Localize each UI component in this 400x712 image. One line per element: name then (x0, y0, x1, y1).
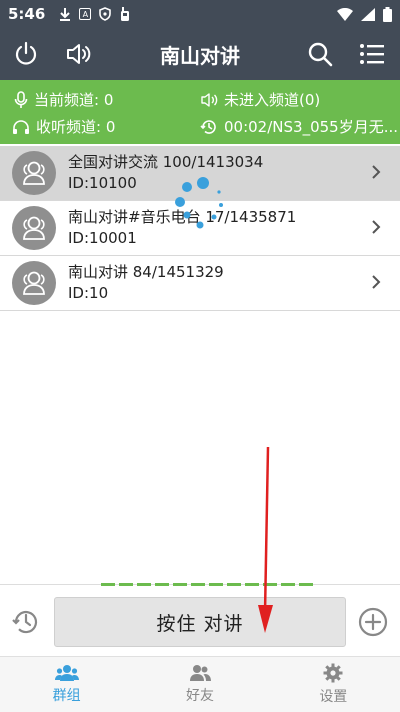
loading-spinner-icon (175, 177, 223, 229)
history-row[interactable]: 00:02/NS3_055岁月无... (200, 116, 398, 137)
channel-title: 全国对讲交流 100/1413034 (68, 153, 264, 171)
channel-id: ID:10 (68, 284, 109, 302)
push-to-talk-button[interactable]: 按住 对讲 (54, 597, 346, 647)
current-channel-row: 当前频道: 0 (14, 89, 113, 110)
add-circle-icon (358, 607, 388, 637)
friends-icon (189, 665, 211, 681)
history-icon (12, 610, 38, 634)
tab-groups[interactable]: 群组 (0, 657, 133, 712)
listen-channel-text: 收听频道: 0 (36, 118, 116, 136)
list-item[interactable]: 南山对讲 84/1451329 ID:10 (0, 256, 400, 311)
signal-icon (361, 7, 375, 21)
channel-id: ID:10001 (68, 229, 137, 247)
channel-title: 南山对讲 84/1451329 (68, 263, 224, 281)
avatar (12, 261, 56, 305)
status-time: 5:46 (8, 5, 46, 23)
tab-label: 群组 (52, 688, 81, 704)
tab-settings[interactable]: 设置 (267, 657, 400, 712)
bottom-tab-bar: 群组 好友 设置 (0, 656, 400, 712)
menu-button[interactable] (348, 28, 396, 80)
channel-info-bar: 当前频道: 0 收听频道: 0 未进入频道(0) 00:02/NS3_055岁月… (0, 80, 400, 144)
shield-icon (99, 7, 112, 21)
volume-icon (201, 92, 218, 107)
chevron-right-icon (372, 275, 381, 289)
push-to-talk-area: 按住 对讲 (0, 583, 400, 657)
app-bar: 南山对讲 (0, 28, 400, 80)
search-icon (308, 42, 333, 67)
annotation-arrow-icon (258, 446, 273, 633)
group-avatar-icon (23, 271, 45, 295)
battery-icon (383, 6, 392, 22)
current-channel-text: 当前频道: 0 (34, 91, 114, 109)
audio-level-meter (101, 583, 313, 586)
gear-icon (323, 663, 343, 683)
listen-channel-row: 收听频道: 0 (12, 116, 115, 137)
chevron-right-icon (372, 165, 381, 179)
tab-label: 设置 (319, 689, 348, 705)
chevron-right-icon (372, 220, 381, 234)
walkie-talkie-icon (121, 6, 130, 21)
history-text: 00:02/NS3_055岁月无... (224, 118, 399, 136)
wifi-icon (337, 7, 353, 21)
tab-friends[interactable]: 好友 (133, 657, 266, 712)
a-box-icon: A (79, 8, 92, 20)
microphone-icon (14, 90, 28, 108)
add-button[interactable] (357, 606, 389, 638)
menu-list-icon (360, 44, 384, 64)
channel-status-row: 未进入频道(0) (200, 89, 320, 110)
group-avatar-icon (23, 161, 45, 185)
group-avatar-icon (23, 216, 45, 240)
headphones-icon (13, 119, 29, 134)
avatar (12, 206, 56, 250)
group-icon (54, 665, 79, 681)
download-icon (60, 8, 71, 21)
status-bar: 5:46 A (0, 0, 400, 28)
search-button[interactable] (296, 28, 344, 80)
channel-status-text: 未进入频道(0) (224, 91, 321, 109)
avatar (12, 151, 56, 195)
history-icon (200, 119, 216, 134)
channel-id: ID:10100 (68, 174, 137, 192)
tab-label: 好友 (185, 688, 214, 704)
history-button[interactable] (10, 606, 42, 638)
